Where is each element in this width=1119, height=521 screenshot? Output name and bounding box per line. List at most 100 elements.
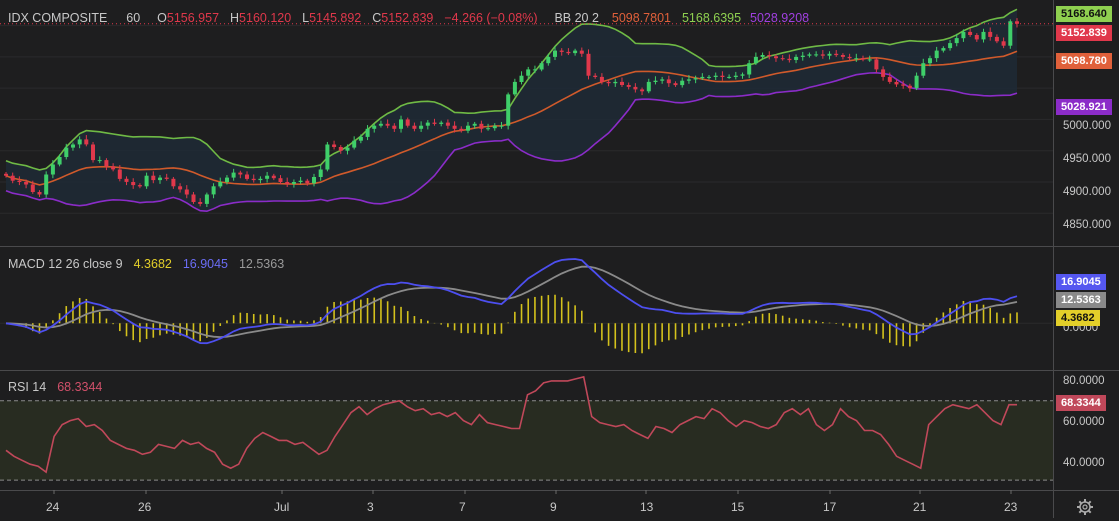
candle-body: [305, 180, 310, 184]
candle-body: [158, 177, 162, 181]
macd-header: MACD 12 26 close 9 4.3682 16.9045 12.536…: [8, 257, 284, 271]
candle-body: [519, 75, 524, 82]
candle-body: [271, 175, 276, 179]
bb-label[interactable]: BB 20 2: [554, 11, 598, 25]
macd-line-value: 16.9045: [182, 257, 228, 271]
candle-body: [117, 169, 122, 179]
candle-body: [666, 79, 671, 84]
candle-body: [566, 51, 571, 54]
candle-body: [412, 125, 417, 129]
macd-hist-badge: 4.3682: [1056, 310, 1100, 326]
candle-body: [111, 166, 116, 170]
candle-body: [466, 125, 470, 131]
candle-body: [258, 178, 263, 181]
macd-signal-value: 12.5363: [238, 257, 285, 271]
candle-body: [405, 119, 410, 126]
candle-body: [653, 80, 658, 82]
macd-label[interactable]: MACD 12 26 close 9: [8, 257, 123, 271]
candle-body: [814, 54, 819, 56]
candle-body: [10, 175, 15, 181]
candle-body: [613, 81, 618, 84]
candle-body: [526, 69, 531, 76]
candle-body: [392, 125, 397, 129]
candle-body: [291, 182, 296, 184]
time-tick-label: 17: [823, 500, 837, 514]
price-tick-label: 4900.000: [1063, 186, 1111, 198]
candle-body: [472, 123, 477, 126]
candle-body: [218, 182, 223, 187]
candle-body: [887, 76, 892, 82]
gear-icon[interactable]: [1076, 498, 1094, 516]
candle-body: [124, 178, 129, 182]
candle-body: [553, 50, 557, 57]
candle-body: [579, 50, 584, 54]
candle-body: [50, 164, 55, 175]
candle-body: [432, 122, 437, 124]
candle-body: [278, 178, 283, 182]
candle-body: [700, 76, 705, 79]
candle-body: [439, 122, 444, 124]
open-label: O: [157, 11, 167, 25]
time-tick-label: 23: [1004, 500, 1018, 514]
candle-body: [994, 36, 999, 42]
macd-hist-value: 4.3682: [133, 257, 172, 271]
candle-body: [660, 79, 665, 81]
candle-body: [760, 55, 765, 57]
rsi-tick-label: 60.0000: [1063, 416, 1105, 428]
low-value: 5145.892: [309, 11, 362, 25]
candle-body: [733, 75, 738, 77]
candle-body: [64, 147, 69, 157]
candle-body: [881, 69, 886, 77]
candle-body: [646, 81, 651, 92]
time-tick-label: 9: [550, 500, 557, 514]
candle-body: [91, 144, 95, 161]
candle-body: [285, 182, 290, 184]
candle-body: [834, 53, 839, 56]
candle-body: [198, 202, 203, 204]
candle-body: [807, 54, 812, 56]
candle-body: [425, 122, 430, 126]
candle-body: [184, 189, 189, 195]
candle-body: [680, 80, 685, 86]
candle-body: [77, 139, 82, 145]
rsi-label[interactable]: RSI 14: [8, 380, 46, 394]
bb-upper-value: 5168.6395: [681, 11, 742, 25]
candle-body: [372, 125, 377, 129]
candle-body: [459, 128, 464, 131]
bb-upper-badge: 5168.640: [1056, 6, 1112, 22]
high-label: H: [230, 11, 240, 25]
close-price-badge: 5152.839: [1056, 25, 1112, 41]
candle-body: [599, 76, 604, 82]
time-tick-label: Jul: [274, 500, 290, 514]
candle-body: [820, 54, 825, 56]
candle-body: [1001, 41, 1006, 46]
bb-basis-badge: 5098.780: [1056, 53, 1112, 69]
candle-body: [479, 123, 484, 129]
candle-body: [787, 58, 792, 61]
candle-body: [445, 122, 450, 126]
candle-body: [419, 125, 424, 129]
high-value: 5160.120: [239, 11, 292, 25]
candle-body: [626, 85, 631, 87]
time-tick-label: 7: [459, 500, 466, 514]
candle-body: [573, 50, 578, 54]
price-tick-label: 4850.000: [1063, 219, 1111, 231]
candle-body: [847, 56, 852, 59]
candle-body: [686, 79, 691, 81]
interval-label[interactable]: 60: [126, 11, 140, 25]
rsi-tick-label: 40.0000: [1063, 457, 1105, 469]
candle-body: [794, 56, 799, 60]
candle-body: [539, 63, 544, 70]
candle-body: [780, 58, 785, 60]
candle-body: [30, 184, 35, 192]
candle-body: [365, 128, 370, 137]
symbol-name[interactable]: IDX COMPOSITE: [8, 11, 107, 25]
candle-body: [593, 75, 598, 77]
candle-body: [988, 31, 993, 37]
candle-body: [640, 89, 645, 92]
candle-body: [191, 194, 196, 202]
close-label: C: [372, 11, 382, 25]
candle-body: [727, 76, 732, 78]
main-header: IDX COMPOSITE 60 O5156.957 H5160.120 L51…: [8, 11, 809, 25]
candle-body: [901, 84, 906, 86]
